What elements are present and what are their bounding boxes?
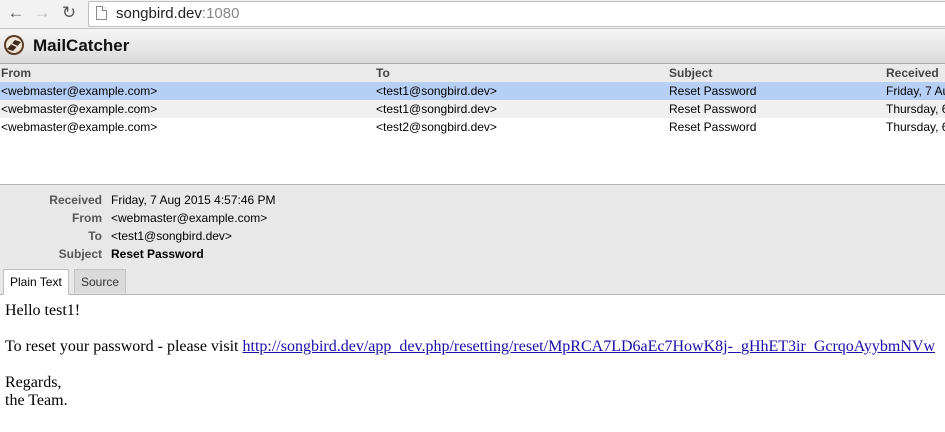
meta-received-label: Received: [49, 193, 102, 207]
message-from: <webmaster@example.com>: [1, 120, 158, 134]
meta-from-value: <webmaster@example.com>: [111, 211, 268, 225]
reset-password-link[interactable]: http://songbird.dev/app_dev.php/resettin…: [243, 338, 936, 355]
meta-to-label: To: [88, 229, 102, 243]
message-subject: Reset Password: [669, 102, 757, 116]
url-port: :1080: [201, 5, 240, 22]
reload-icon[interactable]: ↻: [59, 3, 79, 23]
meta-to-row: To <test1@songbird.dev>: [0, 227, 945, 245]
meta-subject-row: Subject Reset Password: [0, 245, 945, 263]
message-to: <test1@songbird.dev>: [376, 84, 497, 98]
body-greeting: Hello test1!: [5, 302, 81, 319]
meta-from-label: From: [72, 211, 102, 225]
message-received: Friday, 7 Aug 2015 4:57:46 PM: [886, 84, 945, 98]
message-from: <webmaster@example.com>: [1, 84, 158, 98]
forward-icon[interactable]: →: [32, 3, 52, 23]
tab-plain-text[interactable]: Plain Text: [3, 269, 69, 295]
tab-source[interactable]: Source: [74, 269, 127, 293]
meta-received-value: Friday, 7 Aug 2015 4:57:46 PM: [111, 193, 276, 207]
message-row[interactable]: <webmaster@example.com> <test1@songbird.…: [0, 100, 945, 118]
app-title: MailCatcher: [33, 36, 130, 55]
browser-toolbar: ← → ↻ songbird.dev:1080: [0, 0, 945, 29]
page-icon: [96, 6, 107, 20]
message-subject: Reset Password: [669, 120, 757, 134]
back-icon[interactable]: ←: [6, 3, 26, 23]
meta-to-value: <test1@songbird.dev>: [111, 229, 232, 243]
message-metadata: Received Friday, 7 Aug 2015 4:57:46 PM F…: [0, 185, 945, 269]
message-row[interactable]: <webmaster@example.com> <test1@songbird.…: [0, 82, 945, 100]
meta-received-row: Received Friday, 7 Aug 2015 4:57:46 PM: [0, 191, 945, 209]
address-bar[interactable]: songbird.dev:1080: [88, 1, 945, 27]
message-from: <webmaster@example.com>: [1, 102, 158, 116]
meta-subject-value: Reset Password: [111, 247, 204, 261]
format-tabs: Plain Text Source: [0, 269, 945, 295]
column-header-subject[interactable]: Subject: [669, 66, 712, 80]
url-text: songbird.dev:1080: [116, 5, 239, 22]
app-header: MailCatcher: [0, 29, 945, 64]
column-header-from[interactable]: From: [1, 66, 31, 80]
meta-from-row: From <webmaster@example.com>: [0, 209, 945, 227]
column-header-to[interactable]: To: [376, 66, 390, 80]
message-to: <test1@songbird.dev>: [376, 102, 497, 116]
message-list: From To Subject Received <webmaster@exam…: [0, 64, 945, 185]
url-host: songbird.dev: [116, 5, 202, 22]
message-body: Hello test1! To reset your password - pl…: [5, 302, 940, 410]
message-received: Thursday, 6 Aug 2015: [886, 120, 945, 134]
column-header-received[interactable]: Received: [886, 66, 939, 80]
body-reset-text: To reset your password - please visit: [5, 338, 243, 355]
body-regards: Regards,: [5, 374, 62, 391]
body-signoff: the Team.: [5, 392, 68, 409]
body-reset-paragraph: To reset your password - please visit ht…: [5, 338, 940, 356]
message-list-header: From To Subject Received: [0, 64, 945, 83]
message-to: <test2@songbird.dev>: [376, 120, 497, 134]
message-subject: Reset Password: [669, 84, 757, 98]
message-row[interactable]: <webmaster@example.com> <test2@songbird.…: [0, 118, 945, 136]
mailcatcher-logo-icon: [4, 35, 24, 55]
message-received: Thursday, 6 Aug 2015: [886, 102, 945, 116]
meta-subject-label: Subject: [58, 247, 102, 261]
